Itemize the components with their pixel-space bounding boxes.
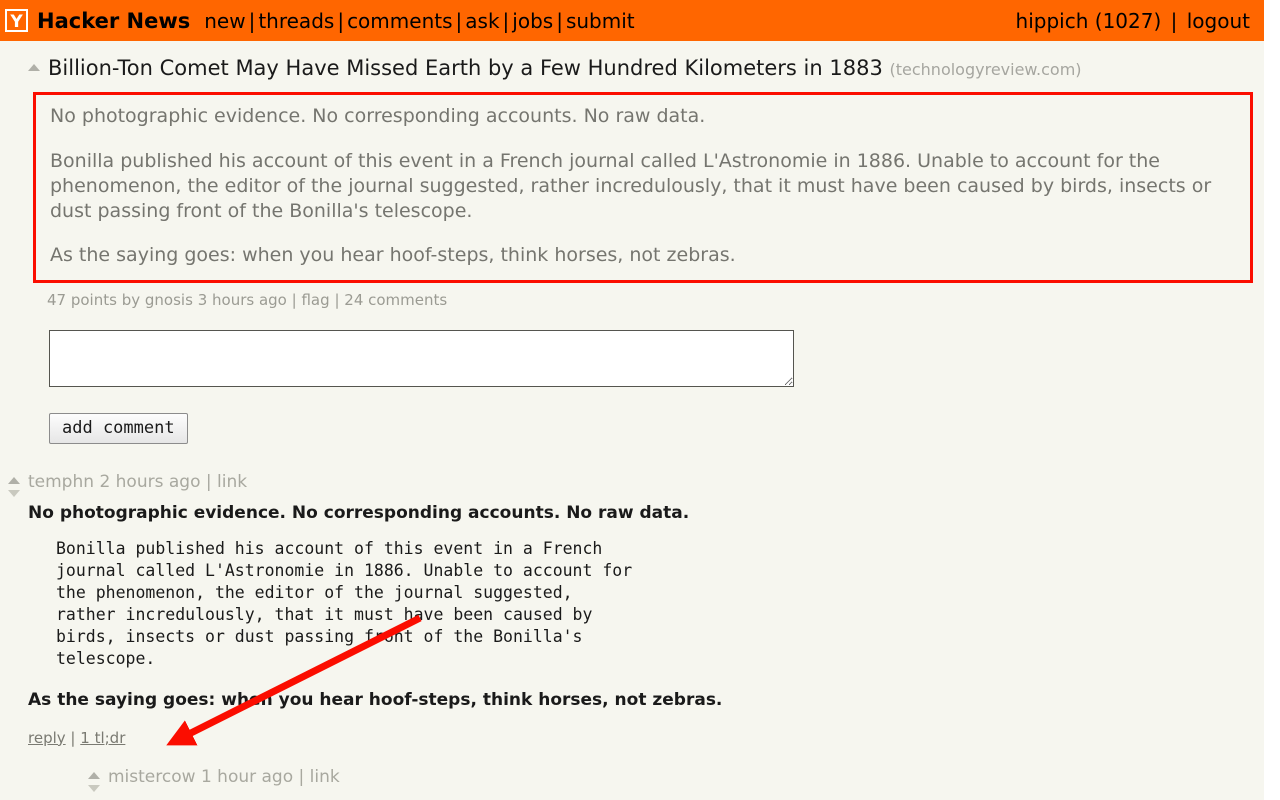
- comment-header: temphn 2 hours ago | link: [28, 471, 1264, 493]
- nav-separator: |: [556, 8, 563, 33]
- tldr-link[interactable]: 1 tl;dr: [80, 729, 125, 747]
- quote-paragraph-2: Bonilla published his account of this ev…: [50, 149, 1212, 223]
- upvote-arrow-icon[interactable]: [8, 476, 20, 484]
- comment-age-link[interactable]: 1 hour ago: [201, 767, 293, 787]
- flag-link[interactable]: flag: [301, 291, 329, 309]
- nav-separator: |: [248, 8, 256, 33]
- comment-header-separator: |: [205, 471, 212, 492]
- site-header: Y Hacker News new | threads | comments | ask | j…: [0, 0, 1264, 41]
- nav-link-ask[interactable]: ask: [465, 9, 499, 33]
- story-title: Billion-Ton Comet May Have Missed Earth …: [48, 55, 1082, 81]
- comment-item: mistercow 1 hour ago | link: [80, 766, 1264, 792]
- story-domain[interactable]: (technologyreview.com): [890, 60, 1082, 79]
- site-title[interactable]: Hacker News: [37, 9, 190, 33]
- comment-thread: temphn 2 hours ago | link No photographi…: [0, 444, 1264, 792]
- comment-form: add comment: [0, 309, 1264, 444]
- comment-paragraph-2: As the saying goes: when you hear hoof-s…: [28, 690, 723, 711]
- hacker-news-page: Y Hacker News new | threads | comments | ask | j…: [0, 0, 1264, 800]
- comment-permalink[interactable]: link: [217, 472, 247, 492]
- highlighted-quote-box: No photographic evidence. No correspondi…: [33, 92, 1253, 283]
- reply-separator: |: [70, 728, 76, 747]
- user-area: hippich (1027) | logout: [1016, 9, 1250, 33]
- story-by-label: by: [121, 290, 141, 309]
- logout-link[interactable]: logout: [1187, 9, 1250, 33]
- story-points: 47 points: [47, 290, 117, 309]
- story-title-link[interactable]: Billion-Ton Comet May Have Missed Earth …: [48, 56, 883, 80]
- comment-permalink[interactable]: link: [310, 767, 340, 787]
- comment-body: mistercow 1 hour ago | link: [108, 766, 1264, 788]
- nav-separator: |: [502, 8, 510, 33]
- comment-quoted-block: Bonilla published his account of this ev…: [56, 539, 633, 669]
- nav-link-submit[interactable]: submit: [566, 9, 635, 33]
- downvote-arrow-icon[interactable]: [8, 489, 20, 497]
- comment-text: No photographic evidence. No correspondi…: [28, 493, 1264, 713]
- quote-paragraph-3: As the saying goes: when you hear hoof-s…: [50, 244, 736, 267]
- downvote-arrow-icon[interactable]: [88, 784, 100, 792]
- nav-link-threads[interactable]: threads: [258, 9, 334, 33]
- subtext-separator: |: [334, 290, 340, 309]
- upvote-arrow-icon[interactable]: [28, 64, 40, 71]
- user-profile-link[interactable]: hippich: [1016, 9, 1089, 33]
- comment-actions: reply | 1 tl;dr: [28, 726, 1264, 747]
- add-comment-button[interactable]: add comment: [49, 412, 188, 444]
- comment-author-link[interactable]: temphn: [28, 472, 94, 492]
- comment-vote-controls: [0, 471, 28, 497]
- comment-vote-controls: [80, 766, 108, 792]
- subtext-separator: |: [291, 290, 297, 309]
- story-subtext: 47 points by gnosis 3 hours ago | flag |…: [0, 283, 1264, 309]
- reply-link[interactable]: reply: [28, 729, 66, 747]
- story-row: Billion-Ton Comet May Have Missed Earth …: [0, 41, 1264, 81]
- nav-separator: |: [337, 8, 345, 33]
- comment-header: mistercow 1 hour ago | link: [108, 766, 1264, 788]
- nav-link-comments[interactable]: comments: [347, 9, 452, 33]
- comment-header-separator: |: [298, 766, 305, 787]
- story-age-link[interactable]: 3 hours ago: [198, 291, 287, 309]
- comment-age-link[interactable]: 2 hours ago: [99, 472, 200, 492]
- story-author-link[interactable]: gnosis: [145, 291, 193, 309]
- nav-link-new[interactable]: new: [204, 9, 245, 33]
- nav-link-jobs[interactable]: jobs: [512, 9, 553, 33]
- comment-author-link[interactable]: mistercow: [108, 767, 196, 787]
- quote-paragraph-1: No photographic evidence. No correspondi…: [50, 105, 706, 128]
- comment-item: temphn 2 hours ago | link No photographi…: [0, 471, 1264, 792]
- comment-paragraph-1: No photographic evidence. No correspondi…: [28, 502, 690, 523]
- comments-count-link[interactable]: 24 comments: [344, 291, 447, 309]
- user-karma: (1027): [1094, 8, 1162, 33]
- user-separator: |: [1170, 8, 1178, 33]
- upvote-arrow-icon[interactable]: [88, 771, 100, 779]
- nav-separator: |: [455, 8, 463, 33]
- comment-textarea[interactable]: [49, 329, 794, 387]
- main-nav: new | threads | comments | ask | jobs | submit: [204, 9, 634, 33]
- hn-logo-icon[interactable]: Y: [5, 9, 28, 32]
- comment-body: temphn 2 hours ago | link No photographi…: [28, 471, 1264, 792]
- child-comment-item: mistercow 1 hour ago | link: [28, 747, 1264, 792]
